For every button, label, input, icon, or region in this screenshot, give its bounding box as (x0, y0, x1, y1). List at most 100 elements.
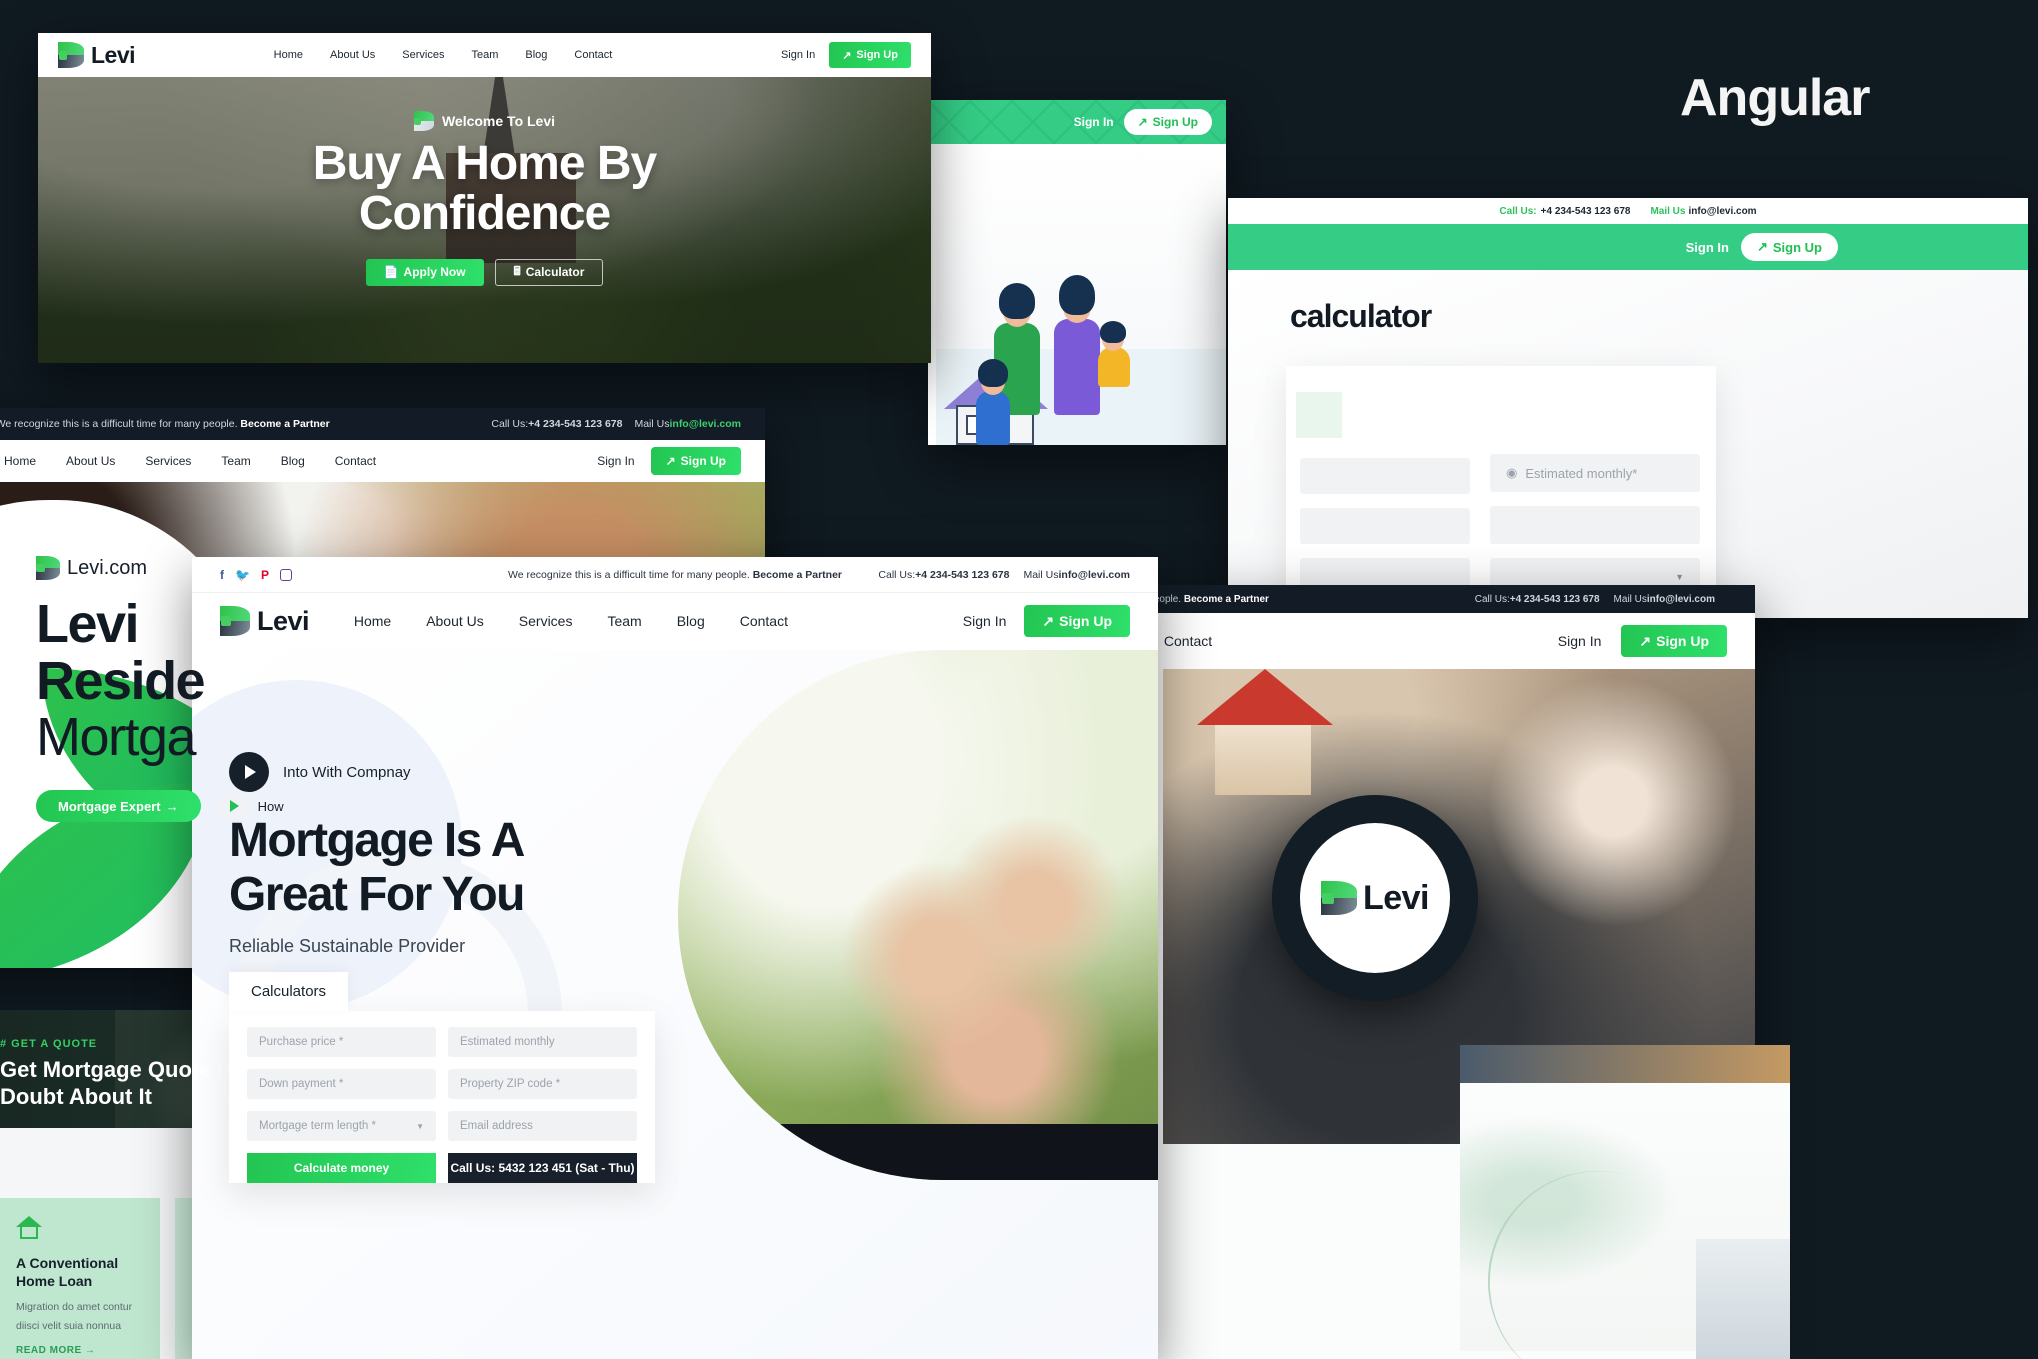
sign-up-button[interactable]: ↗ Sign Up (1740, 233, 1838, 261)
house-roof (1197, 669, 1333, 725)
logo[interactable]: Levi.com (36, 556, 284, 580)
external-link-icon: ↗ (1639, 632, 1652, 649)
calculator-page-panel: Call Us: +4 234-543 123 678 Mail Us info… (1228, 198, 2028, 618)
email-address-field[interactable]: Email address (448, 1111, 637, 1141)
purchase-price-placeholder: Purchase price * (259, 1036, 344, 1048)
sign-up-label: Sign Up (1772, 239, 1822, 255)
nav-item-contact[interactable]: Contact (574, 49, 612, 61)
levi-logo-icon (58, 42, 84, 68)
property-zip-field[interactable]: Property ZIP code * (448, 1069, 637, 1099)
main-panel-topbar: f 🐦 P We recognize this is a difficult t… (192, 557, 1158, 593)
read-more-label: READ MORE (16, 1345, 82, 1357)
nav-item-team[interactable]: Team (471, 49, 498, 61)
nav-item-home[interactable]: Home (4, 454, 36, 468)
quote-title: Get Mortgage Quote If Y Doubt About It (0, 1057, 251, 1111)
call-us-value[interactable]: +4 234-543 123 678 (915, 569, 1009, 581)
nav-item-team[interactable]: Team (607, 613, 641, 629)
signup-illustration-panel: Sign In ↗ Sign Up (928, 100, 1226, 445)
nav-item-contact[interactable]: Contact (1164, 633, 1212, 649)
down-payment-field[interactable]: Down payment * (247, 1069, 436, 1099)
document-icon: 📄 (383, 265, 399, 280)
left-panel-nav-links: Home About Us Services Team Blog Contact (4, 454, 376, 468)
estimated-monthly-field[interactable]: ◉ Estimated monthly* (1490, 454, 1700, 492)
sign-in-link[interactable]: Sign In (597, 454, 634, 468)
sign-in-link[interactable]: Sign In (781, 49, 815, 61)
nav-item-about-us[interactable]: About Us (330, 49, 375, 61)
calculator-field-left-2[interactable] (1300, 508, 1470, 544)
sign-up-button[interactable]: ↗ Sign Up (1621, 625, 1727, 657)
mortgage-term-select[interactable]: Mortgage term length * ▼ (247, 1111, 436, 1141)
apply-now-button[interactable]: 📄 Apply Now (365, 258, 484, 286)
family-illustration (936, 144, 1226, 445)
nav-item-home[interactable]: Home (354, 613, 391, 629)
main-panel-nav-links: Home About Us Services Team Blog Contact (354, 613, 788, 629)
tab-calculators[interactable]: Calculators (229, 972, 349, 1011)
mail-us-value[interactable]: info@levi.com (1647, 594, 1715, 605)
calculator-form-card: ◉ Estimated monthly* ▼ (1286, 366, 1716, 618)
mail-us-value[interactable]: info@levi.com (1688, 206, 1756, 217)
chevron-down-icon: ▼ (416, 1121, 424, 1131)
levi-logo-icon (36, 556, 60, 580)
sign-up-button[interactable]: ↗ Sign Up (829, 42, 911, 68)
sign-up-label: Sign Up (680, 454, 726, 468)
sign-in-link[interactable]: Sign In (1686, 240, 1729, 255)
loan-card-read-more[interactable]: READ MORE → (16, 1345, 144, 1356)
sign-up-label: Sign Up (1656, 633, 1709, 649)
calculator-panel-body: calculator ◉ Estimated monthly* ▼ (1228, 270, 2028, 618)
external-link-icon: ↗ (665, 454, 676, 468)
become-a-partner-link[interactable]: Become a Partner (240, 418, 329, 430)
down-payment-placeholder: Down payment * (259, 1078, 344, 1090)
call-us-label: Call Us: (1474, 593, 1510, 605)
bottom-right-panel (1460, 1045, 1790, 1359)
nav-item-team[interactable]: Team (221, 454, 250, 468)
loan-card-text: Migration do amet contur diisci velit su… (16, 1301, 133, 1332)
sign-up-button[interactable]: ↗ Sign Up (650, 447, 741, 475)
calculate-money-button[interactable]: Calculate money (247, 1153, 436, 1183)
nav-item-services[interactable]: Services (145, 454, 191, 468)
calculator-button[interactable]: 🖩 Calculator (494, 258, 604, 286)
call-us-value[interactable]: +4 234-543 123 678 (1510, 594, 1600, 605)
main-headline-block: Into With Compnay Mortgage Is A Great Fo… (229, 752, 525, 957)
purchase-price-field[interactable]: Purchase price * (247, 1027, 436, 1057)
sign-in-link[interactable]: Sign In (1074, 115, 1114, 129)
house-body (1215, 725, 1311, 795)
call-us-button[interactable]: Call Us: 5432 123 451 (Sat - Thu) (448, 1153, 637, 1183)
nav-item-blog[interactable]: Blog (677, 613, 705, 629)
sign-up-button[interactable]: ↗ Sign Up (1024, 605, 1130, 637)
call-us-value[interactable]: +4 234-543 123 678 (528, 418, 622, 430)
calculator-field-left-1[interactable] (1300, 458, 1470, 494)
loan-card[interactable]: A Conventional Home Loan Migration do am… (0, 1198, 160, 1359)
sign-up-button[interactable]: ↗ Sign Up (1123, 109, 1212, 135)
nav-item-about-us[interactable]: About Us (66, 454, 115, 468)
estimated-monthly-field[interactable]: Estimated monthly (448, 1027, 637, 1057)
call-us-value[interactable]: +4 234-543 123 678 (1541, 206, 1631, 217)
hero-title: Buy A Home By Confidence (38, 139, 931, 239)
nav-item-about-us[interactable]: About Us (426, 613, 484, 629)
main-title-line2: Great For You (229, 867, 525, 921)
levi-badge-inner: Levi (1300, 823, 1450, 973)
mortgage-expert-button[interactable]: Mortgage Expert → (36, 790, 201, 823)
nav-item-contact[interactable]: Contact (335, 454, 376, 468)
nav-item-blog[interactable]: Blog (281, 454, 305, 468)
mail-us-value[interactable]: info@levi.com (669, 418, 741, 430)
nav-item-services[interactable]: Services (402, 49, 444, 61)
nav-item-home[interactable]: Home (274, 49, 303, 61)
nav-item-services[interactable]: Services (519, 613, 573, 629)
left-panel-navbar: Home About Us Services Team Blog Contact… (0, 440, 765, 482)
become-a-partner-link[interactable]: Become a Partner (753, 569, 842, 581)
logo[interactable]: Levi (58, 42, 136, 69)
calculator-icon: 🖩 (513, 263, 521, 278)
calculator-field-right-2[interactable] (1490, 506, 1700, 544)
call-us-label: Call Us: (878, 568, 916, 581)
nav-item-blog[interactable]: Blog (525, 49, 547, 61)
sign-in-link[interactable]: Sign In (963, 613, 1007, 629)
become-a-partner-link[interactable]: Become a Partner (1184, 594, 1269, 605)
play-video-button[interactable] (229, 752, 269, 792)
sign-in-link[interactable]: Sign In (1558, 633, 1602, 649)
estimated-monthly-placeholder: Estimated monthly (460, 1036, 555, 1048)
call-us-label: Call Us: (1499, 205, 1537, 217)
mail-us-value[interactable]: info@levi.com (1058, 569, 1130, 581)
showcase-canvas: Angular Sign In ↗ Sign Up Call Us: +4 23… (0, 0, 2038, 1359)
calculator-panel-topbar: Call Us: +4 234-543 123 678 Mail Us info… (1228, 198, 2028, 224)
nav-item-contact[interactable]: Contact (740, 613, 788, 629)
